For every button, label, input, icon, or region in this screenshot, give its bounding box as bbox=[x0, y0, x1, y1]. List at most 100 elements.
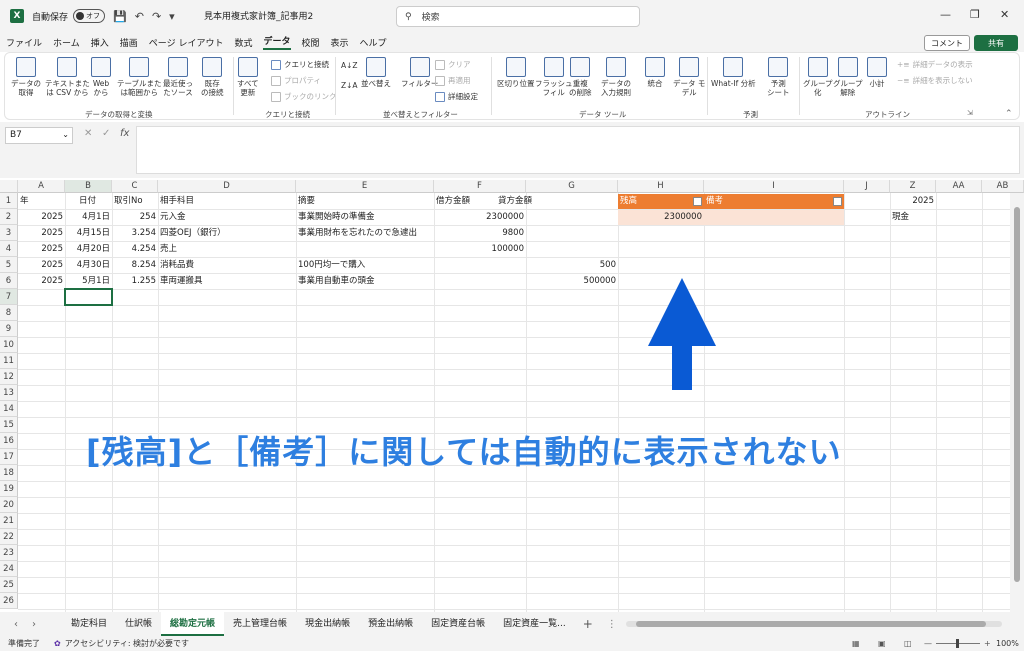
from-web-button[interactable]: Web から bbox=[91, 57, 111, 97]
menu-home[interactable]: ホーム bbox=[53, 36, 80, 49]
cell-debit[interactable] bbox=[434, 273, 526, 289]
refresh-all-button[interactable]: すべて 更新 bbox=[237, 57, 259, 97]
cell-z2[interactable]: 現金 bbox=[890, 209, 936, 225]
header-account[interactable]: 相手科目 bbox=[158, 193, 296, 209]
sheet-tab[interactable]: 仕訳帳 bbox=[116, 612, 161, 636]
from-table-button[interactable]: テーブルまた は範囲から bbox=[117, 57, 162, 97]
menu-review[interactable]: 校閲 bbox=[302, 36, 320, 49]
enter-icon[interactable]: ✓ bbox=[102, 128, 110, 139]
cancel-icon[interactable]: ✕ bbox=[84, 128, 92, 139]
row-header[interactable]: 20 bbox=[0, 497, 18, 513]
filter-dropdown-icon[interactable] bbox=[833, 197, 842, 206]
advanced-filter-button[interactable]: 詳細設定 bbox=[435, 91, 478, 102]
cell-debit[interactable] bbox=[434, 257, 526, 273]
cell-debit[interactable]: 2300000 bbox=[434, 209, 526, 225]
row-header[interactable]: 25 bbox=[0, 577, 18, 593]
cell-no[interactable]: 3.254 bbox=[112, 225, 158, 241]
header-note[interactable]: 備考 bbox=[704, 193, 844, 209]
menu-insert[interactable]: 挿入 bbox=[91, 36, 109, 49]
collapse-ribbon-icon[interactable]: ⌃ bbox=[1005, 109, 1013, 119]
menu-view[interactable]: 表示 bbox=[331, 36, 349, 49]
what-if-button[interactable]: What-If 分析 bbox=[711, 57, 756, 88]
row-header[interactable]: 24 bbox=[0, 561, 18, 577]
horizontal-scroll-thumb[interactable] bbox=[636, 621, 986, 627]
cell-summary[interactable]: 100円均一で購入 bbox=[296, 257, 434, 273]
cell-year[interactable]: 2025 bbox=[18, 273, 65, 289]
select-all-corner[interactable] bbox=[0, 180, 18, 193]
menu-page-layout[interactable]: ページ レイアウト bbox=[149, 36, 224, 49]
close-icon[interactable]: ✕ bbox=[1000, 8, 1009, 21]
undo-icon[interactable]: ↶ bbox=[135, 10, 144, 23]
page-break-view-icon[interactable]: ◫ bbox=[904, 639, 912, 648]
zoom-level[interactable]: 100% bbox=[996, 639, 1019, 648]
existing-connections-button[interactable]: 既存 の接続 bbox=[201, 57, 224, 97]
row-header[interactable]: 19 bbox=[0, 481, 18, 497]
cell-date[interactable]: 5月1日 bbox=[65, 273, 112, 289]
col-header-z[interactable]: Z bbox=[890, 180, 936, 193]
scroll-thumb[interactable] bbox=[1014, 207, 1020, 582]
sheet-tab[interactable]: 固定資産一覧... bbox=[494, 612, 575, 636]
properties-button[interactable]: プロパティ bbox=[271, 75, 321, 86]
cell-z1[interactable]: 2025 bbox=[890, 193, 936, 209]
restore-icon[interactable]: ❐ bbox=[970, 8, 980, 21]
cell-summary[interactable]: 事業開始時の準備金 bbox=[296, 209, 434, 225]
cell-credit[interactable]: 500000 bbox=[526, 273, 618, 289]
from-text-csv-button[interactable]: テキストまた は CSV から bbox=[45, 57, 90, 97]
row-header[interactable]: 9 bbox=[0, 321, 18, 337]
row-header[interactable]: 7 bbox=[0, 289, 18, 305]
cell-account[interactable]: 消耗品費 bbox=[158, 257, 296, 273]
zoom-in-icon[interactable]: + bbox=[984, 639, 991, 648]
cell-summary[interactable] bbox=[296, 241, 434, 257]
search-box[interactable]: ⚲ 検索 bbox=[396, 6, 640, 27]
comment-button[interactable]: コメント bbox=[924, 35, 970, 51]
filter-dropdown-icon[interactable] bbox=[693, 197, 702, 206]
row-header[interactable]: 15 bbox=[0, 417, 18, 433]
menu-file[interactable]: ファイル bbox=[6, 36, 42, 49]
cell-debit[interactable]: 9800 bbox=[434, 225, 526, 241]
cell-credit[interactable] bbox=[526, 209, 618, 225]
col-header-a[interactable]: A bbox=[18, 180, 65, 193]
row-header[interactable]: 11 bbox=[0, 353, 18, 369]
row-header[interactable]: 10 bbox=[0, 337, 18, 353]
row-header[interactable]: 4 bbox=[0, 241, 18, 257]
sheet-tab-active[interactable]: 総勘定元帳 bbox=[161, 612, 225, 636]
header-date[interactable]: 日付 bbox=[65, 193, 112, 209]
name-box[interactable]: B7 ⌄ bbox=[5, 127, 73, 144]
cell-account[interactable]: 車両運搬具 bbox=[158, 273, 296, 289]
cell-summary[interactable]: 事業用財布を忘れたので急遽出 bbox=[296, 225, 434, 241]
row-header[interactable]: 18 bbox=[0, 465, 18, 481]
menu-formulas[interactable]: 数式 bbox=[234, 36, 252, 49]
show-detail-button[interactable]: +≡ 詳細データの表示 bbox=[897, 59, 973, 70]
row-header[interactable]: 8 bbox=[0, 305, 18, 321]
cell-year[interactable]: 2025 bbox=[18, 241, 65, 257]
row-header[interactable]: 12 bbox=[0, 369, 18, 385]
accessibility-icon[interactable]: ✿ bbox=[54, 639, 61, 648]
queries-connections-button[interactable]: クエリと接続 bbox=[271, 59, 329, 70]
prev-sheet-icon[interactable]: ‹ bbox=[14, 619, 18, 630]
sheet-tab[interactable]: 現金出納帳 bbox=[296, 612, 359, 636]
cell-account[interactable]: 売上 bbox=[158, 241, 296, 257]
worksheet-grid[interactable]: A B C D E F G H I J Z AA AB 1 2 3 4 5 6 … bbox=[0, 180, 1024, 612]
cell-no[interactable]: 8.254 bbox=[112, 257, 158, 273]
cell-account[interactable]: 四菱OEJ（銀行） bbox=[158, 225, 296, 241]
horizontal-scrollbar[interactable] bbox=[626, 621, 1002, 627]
zoom-slider-thumb[interactable] bbox=[956, 639, 959, 648]
accessibility-status[interactable]: アクセシビリティ: 検討が必要です bbox=[65, 638, 189, 649]
cell-date[interactable]: 4月20日 bbox=[65, 241, 112, 257]
filter-button[interactable]: フィルター bbox=[401, 57, 438, 88]
cell-no[interactable]: 1.255 bbox=[112, 273, 158, 289]
tab-split-icon[interactable]: ⋮ bbox=[607, 619, 617, 630]
cell-year[interactable]: 2025 bbox=[18, 257, 65, 273]
cell-account[interactable]: 元入金 bbox=[158, 209, 296, 225]
next-sheet-icon[interactable]: › bbox=[32, 619, 36, 630]
ungroup-button[interactable]: グループ 解除 bbox=[833, 57, 863, 97]
sheet-tab[interactable]: 預金出納帳 bbox=[359, 612, 422, 636]
header-summary[interactable]: 摘要 bbox=[296, 193, 434, 209]
row-header[interactable]: 6 bbox=[0, 273, 18, 289]
zoom-out-icon[interactable]: — bbox=[924, 639, 932, 648]
insert-function-icon[interactable]: fx bbox=[120, 128, 129, 139]
cell-balance[interactable]: 2300000 bbox=[618, 209, 704, 225]
cell-no[interactable]: 4.254 bbox=[112, 241, 158, 257]
share-button[interactable]: 共有 bbox=[974, 35, 1018, 51]
document-title[interactable]: 見本用複式家計簿_記事用2 bbox=[204, 9, 313, 22]
